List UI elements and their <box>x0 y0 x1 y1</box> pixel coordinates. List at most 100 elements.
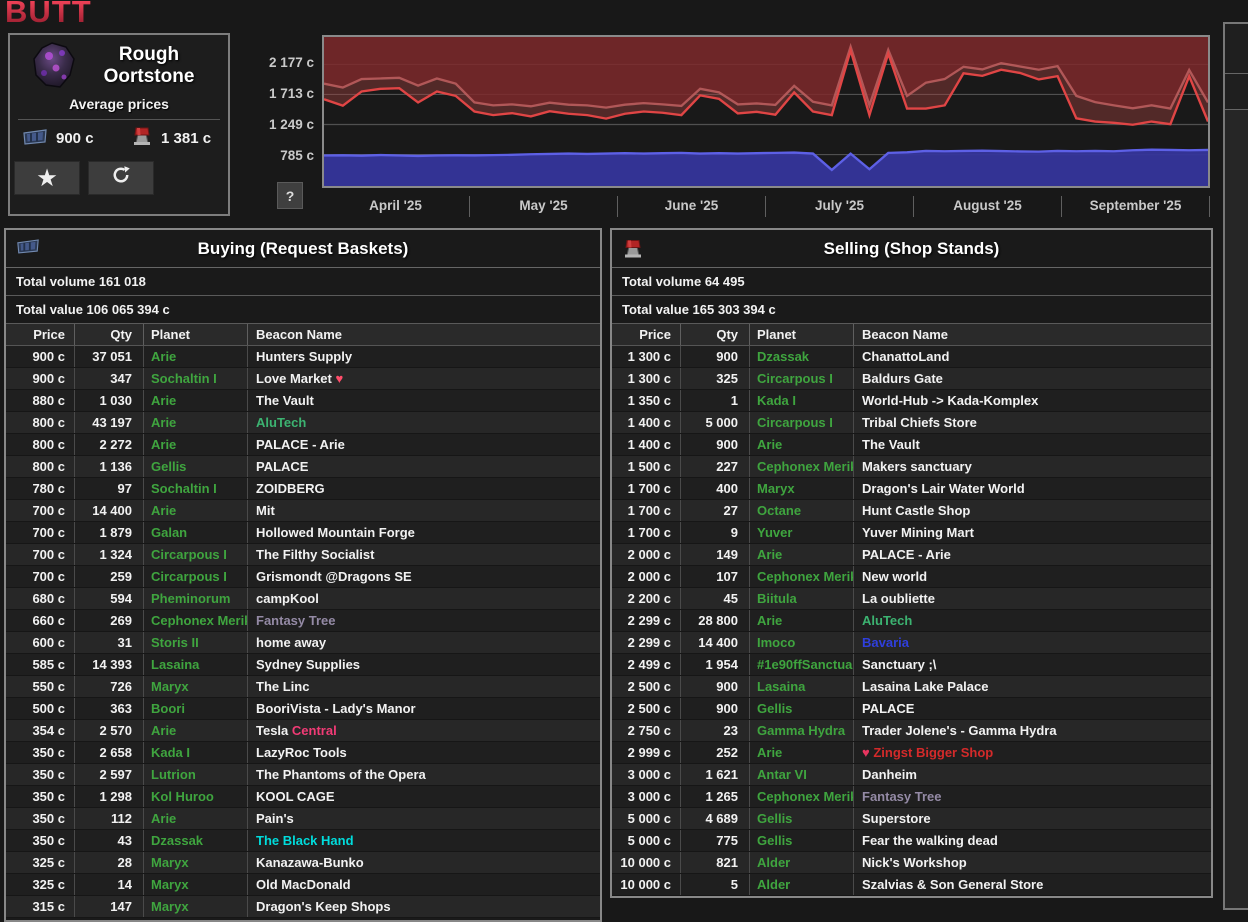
table-row[interactable]: 325 c14MaryxOld MacDonald <box>6 874 600 896</box>
beacon-name-text: Love Market <box>256 371 335 386</box>
table-row[interactable]: 1 350 c1Kada IWorld-Hub -> Kada-Komplex <box>612 390 1211 412</box>
table-row[interactable]: 660 c269Cephonex MerikaFantasy Tree <box>6 610 600 632</box>
table-row[interactable]: 2 000 c149AriePALACE - Arie <box>612 544 1211 566</box>
table-row[interactable]: 1 700 c9YuverYuver Mining Mart <box>612 522 1211 544</box>
table-row[interactable]: 700 c1 324Circarpous IThe Filthy Sociali… <box>6 544 600 566</box>
beacon-name-cell: Old MacDonald <box>248 874 600 895</box>
beacon-name-cell: Yuver Mining Mart <box>854 522 1211 543</box>
table-row[interactable]: 2 299 c14 400ImocoBavaria <box>612 632 1211 654</box>
table-row[interactable]: 2 200 c45BiitulaLa oubliette <box>612 588 1211 610</box>
right-panel-button[interactable] <box>1225 74 1248 110</box>
price-cell: 1 300 c <box>612 346 681 367</box>
table-row[interactable]: 880 c1 030ArieThe Vault <box>6 390 600 412</box>
site-logo[interactable]: BUTT <box>5 0 92 30</box>
table-row[interactable]: 680 c594PheminorumcampKool <box>6 588 600 610</box>
table-row[interactable]: 780 c97Sochaltin IZOIDBERG <box>6 478 600 500</box>
table-row[interactable]: 1 400 c5 000Circarpous ITribal Chiefs St… <box>612 412 1211 434</box>
table-row[interactable]: 5 000 c775GellisFear the walking dead <box>612 830 1211 852</box>
price-cell: 2 000 c <box>612 566 681 587</box>
planet-cell: Cephonex Merika <box>144 610 248 631</box>
table-row[interactable]: 354 c2 570ArieTesla Central <box>6 720 600 742</box>
table-row[interactable]: 800 c43 197ArieAluTech <box>6 412 600 434</box>
table-row[interactable]: 900 c37 051ArieHunters Supply <box>6 346 600 368</box>
selling-total-volume: Total volume 64 495 <box>612 268 1211 296</box>
table-row[interactable]: 550 c726MaryxThe Linc <box>6 676 600 698</box>
table-row[interactable]: 800 c2 272AriePALACE - Arie <box>6 434 600 456</box>
favorite-button[interactable]: ★ <box>14 161 80 195</box>
beacon-name-cell: PALACE - Arie <box>248 434 600 455</box>
beacon-name-text: Yuver Mining Mart <box>862 525 974 540</box>
planet-cell: Arie <box>750 742 854 763</box>
price-history-chart[interactable] <box>322 35 1210 188</box>
column-header-planet: Planet <box>750 324 854 345</box>
beacon-name-text: Trader Jolene's - Gamma Hydra <box>862 723 1057 738</box>
beacon-name-text: Sanctuary ;\ <box>862 657 936 672</box>
table-row[interactable]: 2 500 c900GellisPALACE <box>612 698 1211 720</box>
buying-title-bar: Buying (Request Baskets) <box>6 230 600 268</box>
table-row[interactable]: 2 750 c23Gamma HydraTrader Jolene's - Ga… <box>612 720 1211 742</box>
price-cell: 325 c <box>6 852 75 873</box>
beacon-name-text: Tesla <box>256 723 292 738</box>
qty-cell: 147 <box>75 896 144 917</box>
right-panel-button[interactable] <box>1225 24 1248 74</box>
price-cell: 354 c <box>6 720 75 741</box>
planet-cell: Arie <box>144 808 248 829</box>
table-row[interactable]: 350 c112AriePain's <box>6 808 600 830</box>
table-row[interactable]: 700 c1 879GalanHollowed Mountain Forge <box>6 522 600 544</box>
qty-cell: 31 <box>75 632 144 653</box>
price-cell: 350 c <box>6 808 75 829</box>
table-row[interactable]: 3 000 c1 265Cephonex MerikaFantasy Tree <box>612 786 1211 808</box>
planet-cell: Maryx <box>144 852 248 873</box>
y-tick-label: 1 713 c <box>269 86 314 101</box>
table-row[interactable]: 350 c2 658Kada ILazyRoc Tools <box>6 742 600 764</box>
table-row[interactable]: 700 c259Circarpous IGrismondt @Dragons S… <box>6 566 600 588</box>
table-row[interactable]: 585 c14 393LasainaSydney Supplies <box>6 654 600 676</box>
table-row[interactable]: 1 500 c227Cephonex MerikaMakers sanctuar… <box>612 456 1211 478</box>
table-row[interactable]: 10 000 c821AlderNick's Workshop <box>612 852 1211 874</box>
table-row[interactable]: 800 c1 136GellisPALACE <box>6 456 600 478</box>
planet-cell: Pheminorum <box>144 588 248 609</box>
beacon-name-text: AluTech <box>256 415 306 430</box>
planet-cell: Arie <box>750 610 854 631</box>
table-row[interactable]: 2 500 c900LasainaLasaina Lake Palace <box>612 676 1211 698</box>
table-row[interactable]: 315 c147MaryxDragon's Keep Shops <box>6 896 600 918</box>
price-cell: 1 500 c <box>612 456 681 477</box>
selling-title-bar: Selling (Shop Stands) <box>612 230 1211 268</box>
table-row[interactable]: 3 000 c1 621Antar VIDanheim <box>612 764 1211 786</box>
table-row[interactable]: 500 c363BooriBooriVista - Lady's Manor <box>6 698 600 720</box>
qty-cell: 269 <box>75 610 144 631</box>
request-basket-icon <box>22 128 48 150</box>
table-row[interactable]: 2 000 c107Cephonex MerikaNew world <box>612 566 1211 588</box>
beacon-name-text: Kanazawa-Bunko <box>256 855 364 870</box>
table-row[interactable]: 900 c347Sochaltin ILove Market ♥ <box>6 368 600 390</box>
qty-cell: 1 136 <box>75 456 144 477</box>
refresh-button[interactable] <box>88 161 154 195</box>
table-row[interactable]: 1 300 c900DzassakChanattoLand <box>612 346 1211 368</box>
price-cell: 800 c <box>6 434 75 455</box>
beacon-name-text: PALACE <box>862 701 914 716</box>
table-row[interactable]: 325 c28MaryxKanazawa-Bunko <box>6 852 600 874</box>
price-cell: 1 350 c <box>612 390 681 411</box>
table-row[interactable]: 350 c1 298Kol HurooKOOL CAGE <box>6 786 600 808</box>
table-row[interactable]: 1 700 c27OctaneHunt Castle Shop <box>612 500 1211 522</box>
beacon-name-cell: Hunt Castle Shop <box>854 500 1211 521</box>
table-row[interactable]: 5 000 c4 689GellisSuperstore <box>612 808 1211 830</box>
table-row[interactable]: 2 999 c252Arie♥ Zingst Bigger Shop <box>612 742 1211 764</box>
planet-cell: Circarpous I <box>144 566 248 587</box>
table-row[interactable]: 700 c14 400ArieMit <box>6 500 600 522</box>
table-row[interactable]: 1 300 c325Circarpous IBaldurs Gate <box>612 368 1211 390</box>
beacon-name-cell: Makers sanctuary <box>854 456 1211 477</box>
table-row[interactable]: 1 400 c900ArieThe Vault <box>612 434 1211 456</box>
table-row[interactable]: 350 c43DzassakThe Black Hand <box>6 830 600 852</box>
star-icon: ★ <box>38 166 57 191</box>
beacon-name-cell: The Phantoms of the Opera <box>248 764 600 785</box>
table-row[interactable]: 600 c31Storis IIhome away <box>6 632 600 654</box>
table-row[interactable]: 10 000 c5AlderSzalvias & Son General Sto… <box>612 874 1211 896</box>
table-row[interactable]: 2 299 c28 800ArieAluTech <box>612 610 1211 632</box>
table-row[interactable]: 2 499 c1 954#1e90ffSanctuarySanctuary ;\ <box>612 654 1211 676</box>
price-cell: 2 200 c <box>612 588 681 609</box>
table-row[interactable]: 1 700 c400MaryxDragon's Lair Water World <box>612 478 1211 500</box>
table-row[interactable]: 350 c2 597LutrionThe Phantoms of the Ope… <box>6 764 600 786</box>
price-cell: 600 c <box>6 632 75 653</box>
beacon-name-cell: The Vault <box>248 390 600 411</box>
